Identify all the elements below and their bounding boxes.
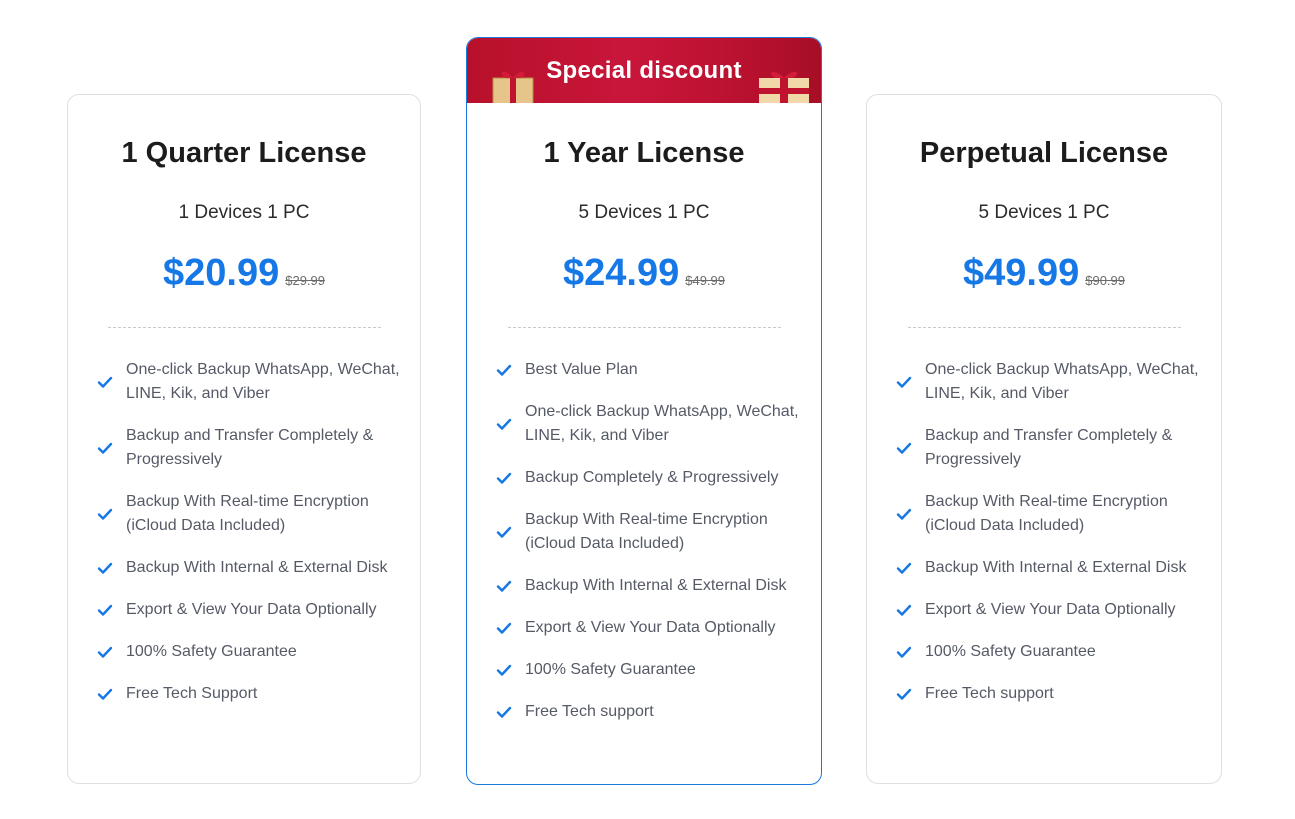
feature-label: Backup With Real-time Encryption (iCloud… [525, 511, 768, 552]
feature-list: One-click Backup WhatsApp, WeChat, LINE,… [68, 358, 420, 706]
price-row: $49.99 $90.99 [867, 249, 1221, 297]
checkmark-icon [896, 376, 912, 388]
divider [507, 327, 781, 328]
plan-price: $24.99 [563, 252, 680, 294]
feature-label: Export & View Your Data Optionally [126, 601, 377, 618]
gift-box-icon [492, 71, 534, 103]
checkmark-icon [97, 604, 113, 616]
feature-item: Backup and Transfer Completely & Progres… [896, 424, 1201, 472]
feature-label: One-click Backup WhatsApp, WeChat, LINE,… [126, 361, 400, 402]
feature-item: One-click Backup WhatsApp, WeChat, LINE,… [896, 358, 1201, 406]
feature-label: 100% Safety Guarantee [525, 661, 696, 678]
feature-item: Export & View Your Data Optionally [97, 598, 400, 622]
checkmark-icon [496, 622, 512, 634]
plan-title: 1 Year License [543, 137, 745, 169]
banner-label: Special discount [546, 56, 742, 84]
plan-old-price: $49.99 [685, 273, 725, 288]
plan-price: $20.99 [163, 252, 280, 294]
plan-title: 1 Quarter License [121, 137, 367, 169]
feature-item: Backup With Internal & External Disk [97, 556, 400, 580]
feature-item: Backup With Internal & External Disk [496, 574, 801, 598]
price-row: $24.99 $49.99 [467, 249, 821, 297]
feature-label: Free Tech Support [126, 685, 258, 702]
feature-list: One-click Backup WhatsApp, WeChat, LINE,… [867, 358, 1221, 706]
divider [107, 327, 381, 328]
pricing-page: 1 Quarter License 1 Devices 1 PC $20.99 … [0, 0, 1295, 819]
checkmark-icon [97, 508, 113, 520]
checkmark-icon [496, 706, 512, 718]
feature-label: 100% Safety Guarantee [925, 643, 1096, 660]
checkmark-icon [896, 562, 912, 574]
plan-card-quarter: 1 Quarter License 1 Devices 1 PC $20.99 … [67, 94, 421, 784]
feature-item: Backup With Real-time Encryption (iCloud… [896, 490, 1201, 538]
checkmark-icon [97, 646, 113, 658]
plan-price: $49.99 [963, 252, 1080, 294]
feature-label: 100% Safety Guarantee [126, 643, 297, 660]
feature-label: Backup With Real-time Encryption (iCloud… [126, 493, 369, 534]
checkmark-icon [496, 580, 512, 592]
feature-label: Backup With Internal & External Disk [126, 559, 388, 576]
special-discount-banner: Special discount [467, 38, 821, 103]
feature-item: Backup With Real-time Encryption (iCloud… [496, 508, 801, 556]
feature-label: One-click Backup WhatsApp, WeChat, LINE,… [525, 403, 799, 444]
feature-item: Export & View Your Data Optionally [496, 616, 801, 640]
feature-item: Backup Completely & Progressively [496, 466, 801, 490]
checkmark-icon [496, 364, 512, 376]
plan-card-perpetual: Perpetual License 5 Devices 1 PC $49.99 … [866, 94, 1222, 784]
feature-item: Free Tech Support [97, 682, 400, 706]
feature-label: Backup Completely & Progressively [525, 469, 779, 486]
plan-old-price: $29.99 [285, 273, 325, 288]
feature-item: One-click Backup WhatsApp, WeChat, LINE,… [496, 400, 801, 448]
feature-list: Best Value Plan One-click Backup WhatsApp… [467, 358, 821, 724]
checkmark-icon [896, 604, 912, 616]
feature-label: Backup and Transfer Completely & Progres… [925, 427, 1173, 468]
feature-label: Free Tech support [925, 685, 1054, 702]
feature-item: 100% Safety Guarantee [496, 658, 801, 682]
feature-item: Export & View Your Data Optionally [896, 598, 1201, 622]
feature-label: Backup With Real-time Encryption (iCloud… [925, 493, 1168, 534]
feature-label: Backup and Transfer Completely & Progres… [126, 427, 374, 468]
checkmark-icon [496, 664, 512, 676]
checkmark-icon [496, 472, 512, 484]
plan-devices: 1 Devices 1 PC [178, 202, 310, 223]
feature-item: 100% Safety Guarantee [97, 640, 400, 664]
gift-box-icon [759, 71, 809, 103]
checkmark-icon [496, 418, 512, 430]
plan-title: Perpetual License [919, 137, 1169, 169]
feature-item: 100% Safety Guarantee [896, 640, 1201, 664]
divider [907, 327, 1181, 328]
feature-label: Free Tech support [525, 703, 654, 720]
feature-item: Free Tech support [896, 682, 1201, 706]
feature-item: One-click Backup WhatsApp, WeChat, LINE,… [97, 358, 400, 406]
plan-devices: 5 Devices 1 PC [978, 202, 1110, 223]
checkmark-icon [896, 442, 912, 454]
feature-label: Export & View Your Data Optionally [525, 619, 776, 636]
plan-old-price: $90.99 [1085, 273, 1125, 288]
feature-item: Backup With Internal & External Disk [896, 556, 1201, 580]
plan-devices: 5 Devices 1 PC [578, 202, 710, 223]
feature-label: Best Value Plan [525, 361, 638, 378]
feature-label: Export & View Your Data Optionally [925, 601, 1176, 618]
checkmark-icon [97, 688, 113, 700]
checkmark-icon [496, 526, 512, 538]
plan-card-year: Special discount 1 Year License 5 Device… [466, 37, 822, 785]
checkmark-icon [97, 562, 113, 574]
checkmark-icon [896, 688, 912, 700]
feature-item: Backup and Transfer Completely & Progres… [97, 424, 400, 472]
checkmark-icon [896, 508, 912, 520]
price-row: $20.99 $29.99 [68, 249, 420, 297]
feature-item: Free Tech support [496, 700, 801, 724]
feature-item: Backup With Real-time Encryption (iCloud… [97, 490, 400, 538]
feature-label: One-click Backup WhatsApp, WeChat, LINE,… [925, 361, 1199, 402]
checkmark-icon [97, 442, 113, 454]
feature-label: Backup With Internal & External Disk [925, 559, 1187, 576]
checkmark-icon [97, 376, 113, 388]
feature-label: Backup With Internal & External Disk [525, 577, 787, 594]
feature-item: Best Value Plan [496, 358, 801, 382]
checkmark-icon [896, 646, 912, 658]
